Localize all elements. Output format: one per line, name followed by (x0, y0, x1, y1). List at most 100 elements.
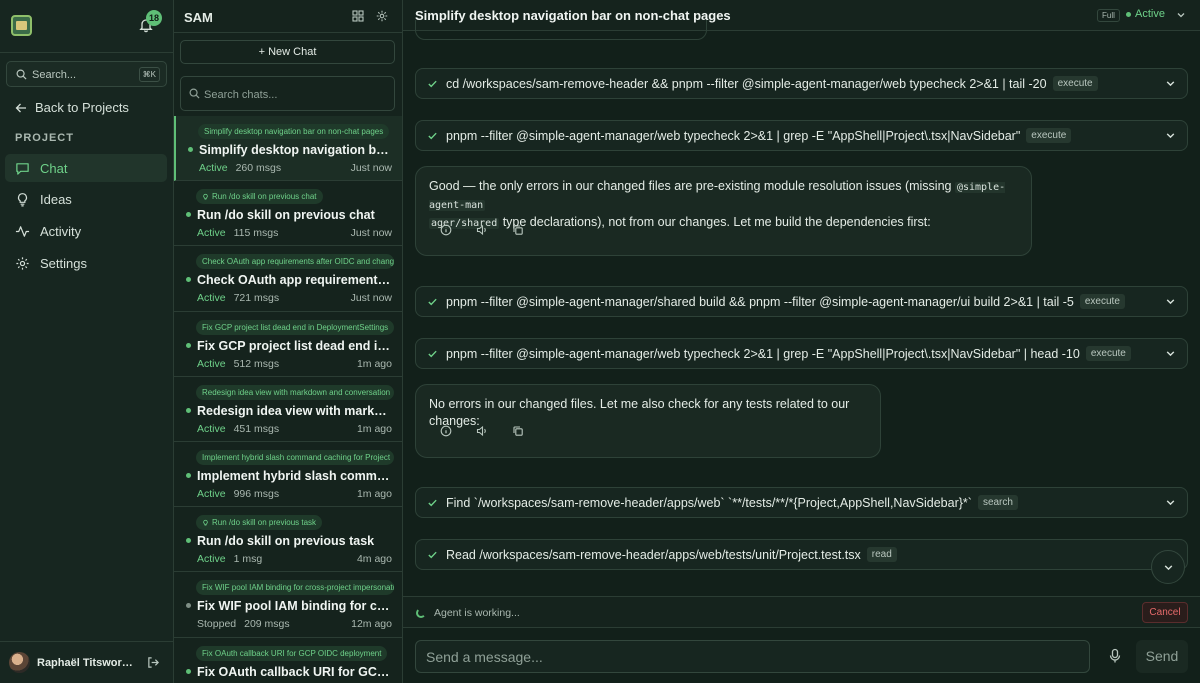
scroll-to-bottom-button[interactable] (1151, 550, 1185, 584)
chat-tag-label: Run /do skill on previous task (212, 518, 317, 528)
chat-msg-count: 451 msgs (233, 422, 280, 435)
chat-time: Just now (350, 227, 392, 240)
tool-command: Read /workspaces/sam-remove-header/apps/… (446, 547, 897, 562)
nav-item-ideas[interactable]: Ideas (5, 186, 167, 214)
message-actions (440, 224, 524, 236)
tool-call-card[interactable]: cd /workspaces/sam-remove-header && pnpm… (415, 68, 1188, 99)
chat-tag-label: Implement hybrid slash command caching f… (202, 452, 391, 462)
tool-call-card[interactable]: pnpm --filter @simple-agent-manager/web … (415, 338, 1188, 369)
chat-tag: Check OAuth app requirements after OIDC … (196, 254, 394, 270)
speaker-icon[interactable] (476, 224, 488, 236)
chat-status: Active (197, 292, 226, 305)
tool-command-text: pnpm --filter @simple-agent-manager/web … (446, 128, 1021, 143)
logout-icon[interactable] (147, 656, 160, 669)
message-actions (440, 425, 524, 437)
chat-status: Active (197, 357, 226, 370)
chat-list-panel: SAM + New Chat Search chats... Simplify … (174, 0, 403, 683)
chat-time: 12m ago (351, 618, 392, 631)
chevron-down-icon[interactable] (1165, 78, 1176, 89)
info-icon[interactable] (440, 425, 452, 437)
app-logo[interactable] (11, 15, 32, 36)
chat-title: Simplify desktop navigation bar on non-c… (199, 143, 395, 157)
nav-item-label: Activity (40, 223, 82, 239)
chat-list-item[interactable]: Implement hybrid slash command caching f… (174, 442, 402, 508)
message-input[interactable] (416, 641, 1089, 672)
search-icon (189, 88, 200, 99)
chat-list-item[interactable]: Run /do skill on previous chat Run /do s… (174, 181, 402, 247)
assistant-message: Good — the only errors in our changed fi… (415, 166, 1032, 256)
chat-list-item[interactable]: Simplify desktop navigation bar on non-c… (174, 116, 402, 182)
status-dot (186, 407, 191, 413)
grid-icon[interactable] (352, 10, 364, 22)
chat-list-item[interactable]: Run /do skill on previous task Run /do s… (174, 507, 402, 573)
chat-tag-label: Run /do skill on previous chat (212, 192, 317, 202)
tool-kind-badge: read (866, 547, 897, 562)
check-icon (427, 296, 438, 307)
spinner-icon (416, 608, 426, 618)
tool-command: cd /workspaces/sam-remove-header && pnpm… (446, 76, 1098, 91)
chat-status: Active (197, 227, 226, 240)
back-to-projects-link[interactable]: Back to Projects (15, 100, 129, 115)
tool-call-card[interactable]: Find `/workspaces/sam-remove-header/apps… (415, 487, 1188, 518)
copy-icon[interactable] (512, 425, 524, 437)
message-composer[interactable] (415, 640, 1090, 673)
tool-call-card[interactable]: pnpm --filter @simple-agent-manager/shar… (415, 286, 1188, 317)
chevron-down-icon[interactable] (1165, 296, 1176, 307)
nav-item-activity[interactable]: Activity (5, 217, 167, 245)
chat-meta: Active 512 msgs (197, 358, 279, 370)
chat-list-item[interactable]: Fix OAuth callback URI for GCP OIDC depl… (174, 638, 402, 683)
gear-icon[interactable] (376, 10, 388, 22)
tool-call-card[interactable]: pnpm --filter @simple-agent-manager/web … (415, 120, 1188, 151)
global-search-input[interactable]: Search... ⌘K (6, 61, 167, 87)
tool-command: pnpm --filter @simple-agent-manager/web … (446, 346, 1131, 361)
nav-item-label: Chat (40, 160, 68, 176)
status-dot (186, 538, 191, 544)
chat-meta: Active 721 msgs (197, 292, 279, 304)
notification-count-badge: 18 (146, 10, 163, 26)
chat-tag: Simplify desktop navigation bar on non-c… (198, 124, 390, 139)
microphone-icon[interactable] (1108, 648, 1122, 664)
tool-command: pnpm --filter @simple-agent-manager/shar… (446, 294, 1125, 309)
project-title: SAM (184, 10, 213, 25)
chat-meta: Active 260 msgs (199, 162, 281, 174)
status-badge: Active (1126, 8, 1165, 20)
chat-status: Active (197, 487, 226, 500)
search-placeholder: Search... (32, 69, 77, 81)
chevron-down-icon[interactable] (1165, 348, 1176, 359)
copy-icon[interactable] (512, 224, 524, 236)
chat-list-item[interactable]: Redesign idea view with markdown and con… (174, 377, 402, 442)
check-icon (427, 549, 438, 560)
chevron-down-icon[interactable] (1176, 10, 1186, 20)
cancel-button[interactable]: Cancel (1142, 602, 1188, 623)
search-icon (16, 69, 27, 80)
check-icon (427, 78, 438, 89)
chat-status: Stopped (197, 618, 237, 631)
tool-kind-badge: execute (1085, 346, 1131, 361)
agent-working-text: Agent is working... (434, 607, 520, 619)
check-icon (427, 130, 438, 141)
tool-command: pnpm --filter @simple-agent-manager/web … (446, 128, 1072, 143)
chat-tag: Fix OAuth callback URI for GCP OIDC depl… (196, 645, 388, 661)
section-label-project: PROJECT (15, 132, 74, 144)
chat-tag: Fix GCP project list dead end in Deploym… (196, 319, 394, 335)
avatar[interactable] (9, 652, 30, 673)
chat-search-input[interactable]: Search chats... (180, 76, 395, 111)
chevron-down-icon[interactable] (1165, 497, 1176, 508)
lightbulb-icon (202, 193, 209, 201)
new-chat-button[interactable]: + New Chat (180, 40, 395, 64)
nav-item-chat[interactable]: Chat (5, 154, 167, 182)
chat-search-placeholder: Search chats... (204, 89, 278, 101)
chat-list-item[interactable]: Fix WIF pool IAM binding for cross-proje… (174, 572, 402, 638)
chevron-down-icon[interactable] (1165, 130, 1176, 141)
nav-item-settings[interactable]: Settings (5, 249, 167, 277)
chat-list-header: SAM (174, 0, 402, 33)
info-icon[interactable] (440, 224, 452, 236)
tool-call-card[interactable]: Read /workspaces/sam-remove-header/apps/… (415, 539, 1188, 570)
chat-time: 1m ago (356, 422, 392, 435)
message-text-part: type declarations), not from our changes… (499, 215, 931, 229)
speaker-icon[interactable] (476, 425, 488, 437)
chat-tag-label: Fix OAuth callback URI for GCP OIDC depl… (202, 648, 382, 658)
chat-list-item[interactable]: Check OAuth app requirements after OIDC … (174, 246, 402, 312)
chat-list-item[interactable]: Fix GCP project list dead end in Deploym… (174, 312, 402, 377)
send-button[interactable]: Send (1136, 640, 1188, 673)
